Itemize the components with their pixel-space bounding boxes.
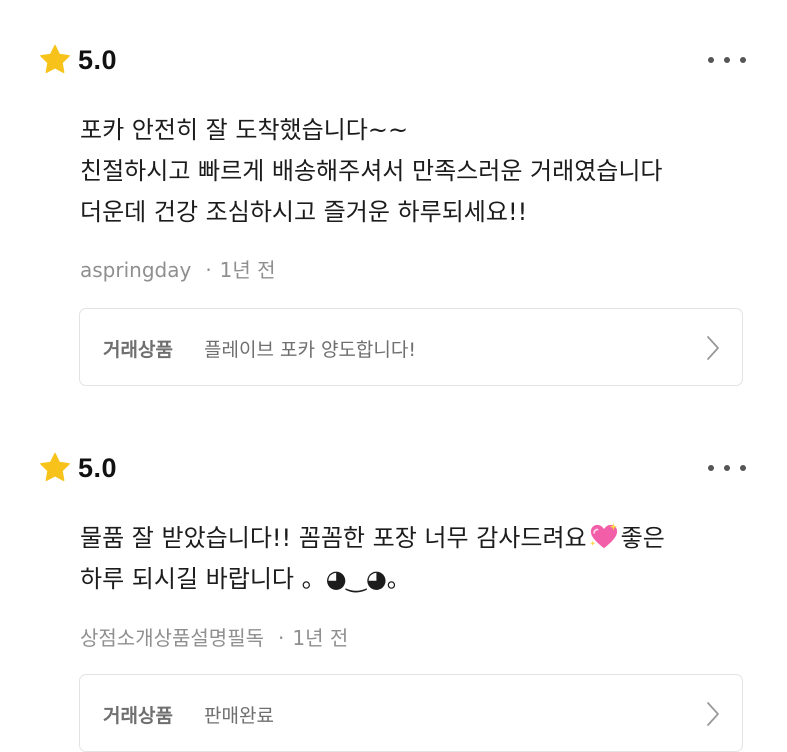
product-label: 거래상품 (103, 339, 173, 361)
more-options-icon[interactable] (708, 462, 746, 474)
star-icon (40, 44, 70, 74)
review-text: 포카 안전히 잘 도착했습니다~~ 친절하시고 빠르게 배송해주셔서 만족스러운… (80, 110, 750, 233)
sparkling-heart-icon (589, 522, 617, 549)
rating-value: 5.0 (78, 452, 118, 483)
review-text-line: 친절하시고 빠르게 배송해주셔서 만족스러운 거래였습니다 (80, 157, 663, 185)
traded-product-card[interactable]: 거래상품 플레이브 포카 양도합니다! (79, 308, 743, 386)
rating: 5.0 (38, 40, 117, 80)
meta-separator: · (205, 258, 212, 282)
review-time: 1년 전 (292, 626, 349, 650)
review-meta: 상점소개상품설명필독 · 1년 전 (80, 622, 348, 651)
star-icon (40, 452, 70, 482)
review-text-line: 물품 잘 받았습니다!! 꼼꼼한 포장 너무 감사드려요 좋은 (80, 518, 750, 559)
review-text-line: 더운데 건강 조심하시고 즐거운 하루되세요!! (80, 198, 528, 226)
meta-separator: · (278, 626, 285, 650)
review-text-part: 물품 잘 받았습니다!! 꼼꼼한 포장 너무 감사드려요 (80, 524, 587, 552)
traded-product-card[interactable]: 거래상품 판매완료 (79, 674, 743, 752)
reviewer-name[interactable]: aspringday (80, 258, 191, 282)
rating: 5.0 (38, 448, 117, 488)
review-time: 1년 전 (219, 258, 276, 282)
product-name: 플레이브 포카 양도합니다! (204, 339, 416, 361)
review-meta: aspringday · 1년 전 (80, 254, 276, 283)
product-name: 판매완료 (204, 705, 274, 727)
review-text-line: 포카 안전히 잘 도착했습니다~~ (80, 116, 409, 144)
chevron-right-icon (707, 702, 719, 726)
product-label: 거래상품 (103, 705, 173, 727)
rating-value: 5.0 (78, 44, 118, 75)
chevron-right-icon (707, 336, 719, 360)
reviewer-name[interactable]: 상점소개상품설명필독 (80, 626, 264, 650)
more-options-icon[interactable] (708, 54, 746, 66)
review-text: 물품 잘 받았습니다!! 꼼꼼한 포장 너무 감사드려요 좋은 하루 되시길 바… (80, 518, 750, 600)
review-text-part: 좋은 (620, 524, 665, 552)
review-text-line: 하루 되시길 바랍니다 。◕‿◕。 (80, 565, 411, 593)
